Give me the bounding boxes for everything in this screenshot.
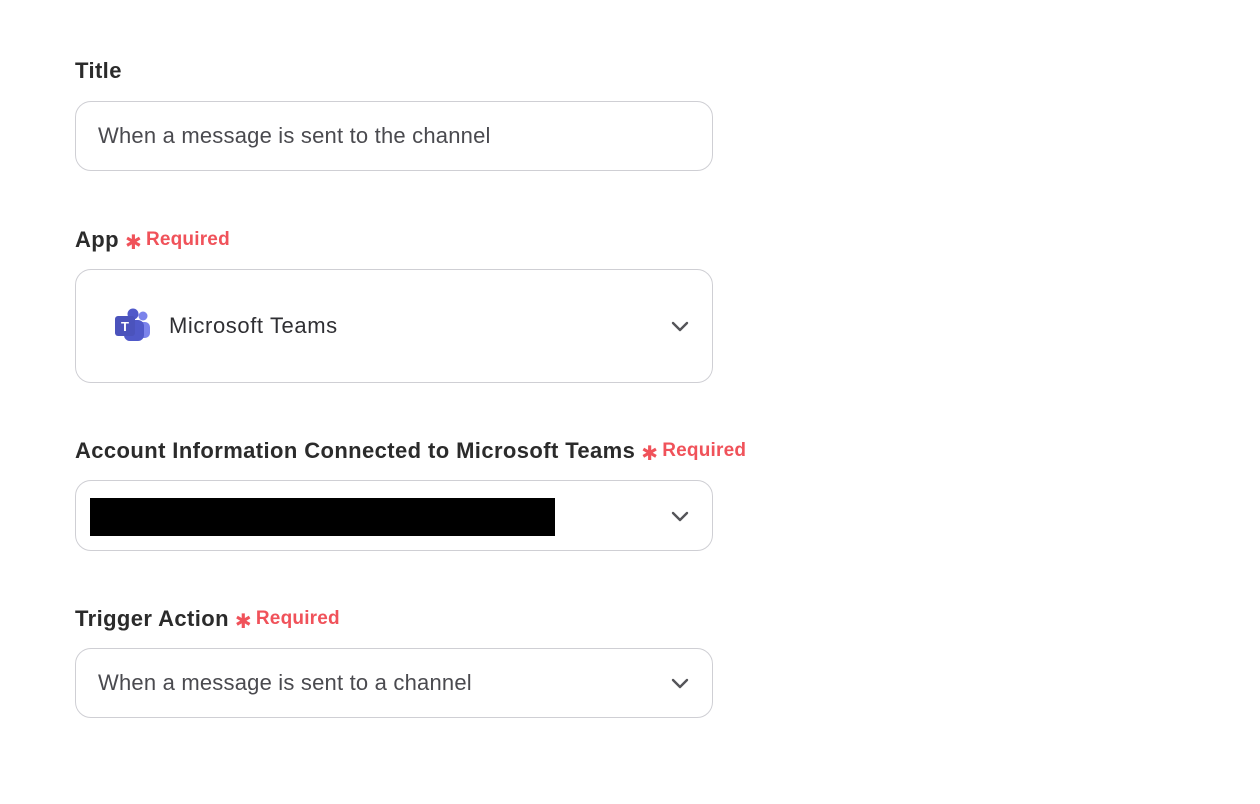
app-label: App ✱ Required: [75, 227, 230, 254]
redacted-account-value: [90, 498, 555, 536]
trigger-action-select[interactable]: When a message is sent to a channel: [75, 648, 713, 718]
required-asterisk-icon: ✱: [124, 231, 142, 254]
microsoft-teams-icon: T: [115, 308, 150, 341]
chevron-down-icon[interactable]: [670, 673, 690, 693]
chevron-down-icon[interactable]: [670, 506, 690, 526]
trigger-action-value: When a message is sent to a channel: [98, 670, 472, 695]
title-input[interactable]: When a message is sent to the channel: [75, 101, 713, 171]
svg-text:T: T: [121, 319, 129, 334]
required-badge: ✱ Required: [234, 608, 340, 633]
app-select-label: Microsoft Teams: [169, 313, 338, 338]
required-badge: ✱ Required: [641, 440, 747, 465]
trigger-action-label-text: Trigger Action: [75, 606, 229, 631]
required-asterisk-icon: ✱: [234, 610, 252, 633]
required-badge: ✱ Required: [124, 229, 230, 254]
chevron-down-icon[interactable]: [670, 316, 690, 336]
account-label: Account Information Connected to Microso…: [75, 438, 747, 465]
title-input-value: When a message is sent to the channel: [98, 123, 491, 148]
app-select-value: T Microsoft Teams: [113, 270, 338, 382]
trigger-action-label: Trigger Action ✱ Required: [75, 606, 340, 633]
title-label: Title: [75, 58, 122, 83]
trigger-settings-form: Title When a message is sent to the chan…: [0, 0, 1260, 804]
account-select[interactable]: [75, 480, 713, 551]
required-asterisk-icon: ✱: [641, 442, 659, 465]
app-select[interactable]: T Microsoft Teams: [75, 269, 713, 383]
app-label-text: App: [75, 227, 119, 252]
account-label-text: Account Information Connected to Microso…: [75, 438, 636, 463]
